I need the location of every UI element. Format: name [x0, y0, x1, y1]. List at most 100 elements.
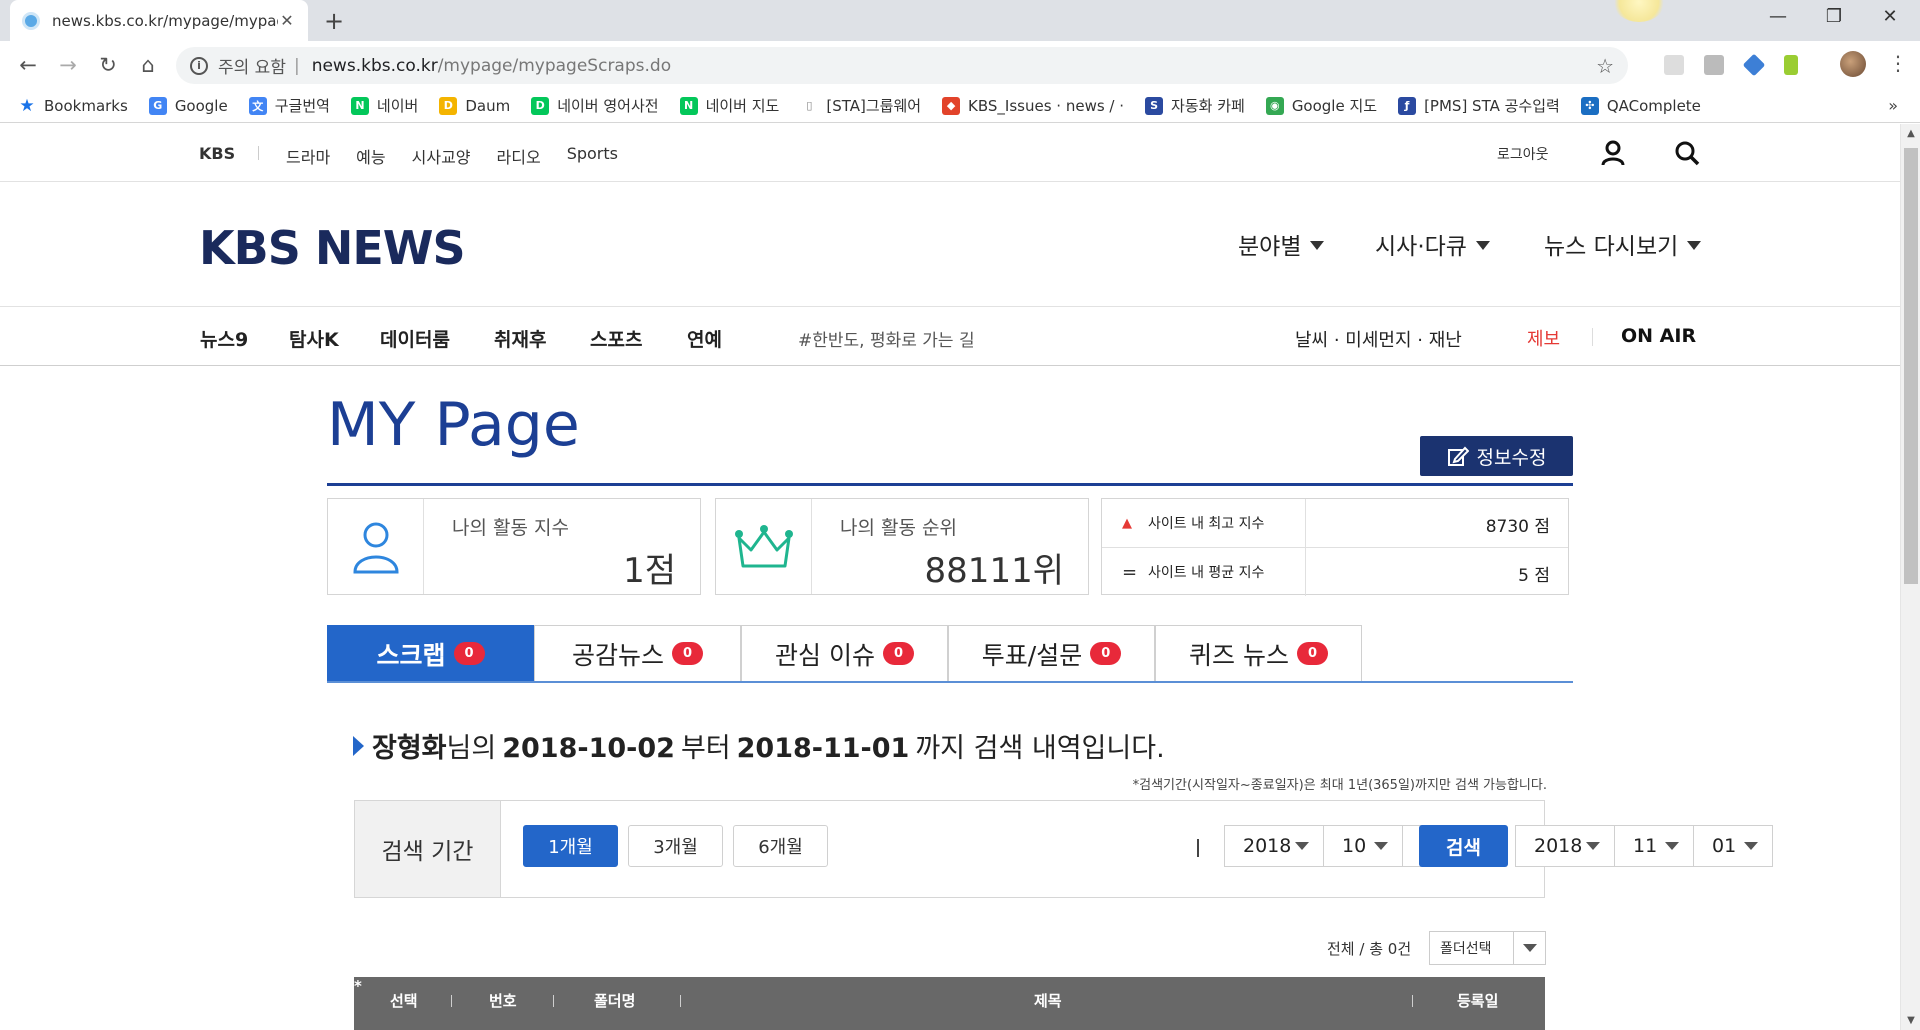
header-menu-category[interactable]: 분야별	[1238, 227, 1325, 261]
extension-green-icon[interactable]	[1784, 55, 1798, 75]
gnb-divider	[258, 146, 259, 160]
browser-tab[interactable]: news.kbs.co.kr/mypage/mypage ✕	[10, 0, 308, 41]
close-tab-icon[interactable]: ✕	[278, 11, 296, 30]
start-month-select[interactable]: 10	[1323, 825, 1403, 867]
end-year-value: 2018	[1534, 835, 1583, 857]
naver-icon: N	[679, 96, 698, 115]
bookmarks-bar: ★ Bookmarks G Google 文 구글번역 N 네이버 D Daum D 네이버 영어사전…	[0, 89, 1920, 123]
extension-ex-icon[interactable]	[1704, 55, 1724, 75]
scrollbar-thumb[interactable]	[1904, 148, 1918, 584]
header-menu-documentary[interactable]: 시사·다큐	[1375, 227, 1490, 261]
end-day-value: 01	[1712, 835, 1737, 857]
user-icon[interactable]	[1600, 140, 1626, 166]
close-window-icon[interactable]: ✕	[1870, 6, 1910, 27]
address-bar[interactable]: i 주의 요함 | news.kbs.co.kr/mypage/mypageSc…	[176, 47, 1628, 84]
subnav-report[interactable]: 제보	[1527, 325, 1560, 351]
page-scrollbar[interactable]: ▲ ▼	[1900, 124, 1920, 1030]
subnav-item-after-report[interactable]: 취재후	[494, 325, 546, 352]
subnav-weather[interactable]: 날씨 · 미세먼지 · 재난	[1295, 326, 1462, 352]
maps-icon: ◉	[1265, 96, 1284, 115]
subnav-onair[interactable]: ON AIR	[1621, 325, 1696, 347]
sub-navigation: 뉴스9 탐사K 데이터룸 취재후 스포츠 연예 #한반도, 평화로 가는 길 날…	[0, 308, 1900, 366]
tab-empathy-news[interactable]: 공감뉴스 0	[534, 625, 741, 681]
header-menu-replay[interactable]: 뉴스 다시보기	[1544, 227, 1702, 261]
bookmark-item[interactable]: ƒ [PMS] STA 공수입력	[1398, 95, 1560, 116]
period-1-month-button[interactable]: 1개월	[523, 825, 618, 867]
home-icon[interactable]: ⌂	[134, 51, 162, 79]
folder-select[interactable]: 폴더선택	[1429, 931, 1546, 965]
subnav-item-dataroom[interactable]: 데이터룸	[380, 325, 450, 352]
kbs-news-logo[interactable]: KBS NEWS	[199, 221, 466, 275]
bookmark-item[interactable]: ◉ Google 지도	[1265, 95, 1377, 116]
end-day-select[interactable]: 01	[1693, 825, 1773, 867]
subnav-item-sports[interactable]: 스포츠	[590, 325, 642, 352]
col-divider	[451, 995, 452, 1007]
site-max-row: ▲ 사이트 내 최고 지수 8730 점	[1102, 499, 1568, 547]
subnav-item-entertainment[interactable]: 연예	[687, 325, 722, 352]
logout-link[interactable]: 로그아웃	[1497, 144, 1549, 164]
dropdown-icon	[1523, 944, 1537, 952]
end-year-select[interactable]: 2018	[1515, 825, 1615, 867]
new-tab-button[interactable]: +	[324, 7, 344, 35]
bookmark-item[interactable]: N 네이버	[350, 95, 418, 116]
caret-down-icon	[1475, 241, 1490, 250]
profile-avatar[interactable]	[1840, 51, 1866, 77]
restore-icon[interactable]: ❐	[1814, 6, 1854, 27]
bookmark-item[interactable]: S 자동화 카페	[1145, 95, 1245, 116]
tab-quiz-news[interactable]: 퀴즈 뉴스 0	[1155, 625, 1362, 681]
folder-dropdown-button[interactable]	[1513, 932, 1545, 964]
gnb-item-culture[interactable]: 시사교양	[412, 144, 471, 168]
bookmark-item[interactable]: ▯ [STA]그룹웨어	[800, 95, 921, 116]
start-year-select[interactable]: 2018	[1224, 825, 1324, 867]
activity-icon-box	[328, 499, 424, 594]
forward-icon[interactable]: →	[54, 51, 82, 79]
extension-icon[interactable]	[1664, 55, 1684, 75]
subnav-item-news9[interactable]: 뉴스9	[200, 325, 248, 352]
bookmark-item[interactable]: 文 구글번역	[248, 95, 330, 116]
gnb-item-sports[interactable]: Sports	[567, 144, 618, 168]
tab-title: news.kbs.co.kr/mypage/mypage	[52, 11, 278, 30]
edit-info-button[interactable]: 정보수정	[1420, 436, 1573, 476]
col-date: 등록일	[1457, 992, 1499, 1010]
security-label: 주의 요함	[218, 58, 286, 78]
bookmarks-more-icon[interactable]: »	[1888, 96, 1898, 115]
gnb-item-drama[interactable]: 드라마	[286, 144, 330, 168]
gnb-menu: 드라마 예능 시사교양 라디오 Sports	[286, 144, 618, 168]
end-month-select[interactable]: 11	[1614, 825, 1694, 867]
tab-scrap[interactable]: 스크랩 0	[327, 625, 534, 681]
period-3-month-button[interactable]: 3개월	[628, 825, 723, 867]
back-icon[interactable]: ←	[14, 51, 42, 79]
reload-icon[interactable]: ↻	[94, 51, 122, 79]
subnav-item-tamsak[interactable]: 탐사K	[289, 325, 339, 352]
bookmark-item[interactable]: ◆ KBS_Issues · news / ·	[942, 96, 1124, 115]
bookmark-item[interactable]: ✣ QAComplete	[1580, 96, 1701, 115]
search-button[interactable]: 검색	[1419, 825, 1508, 867]
scroll-down-icon[interactable]: ▼	[1901, 1015, 1920, 1026]
col-divider	[680, 995, 681, 1007]
period-to-date: 2018-11-01	[736, 733, 910, 764]
tab-poll-survey[interactable]: 투표/설문 0	[948, 625, 1155, 681]
bookmark-label: QAComplete	[1606, 96, 1701, 115]
subnav-hashtag[interactable]: #한반도, 평화로 가는 길	[798, 326, 975, 351]
search-icon[interactable]	[1674, 140, 1700, 166]
search-period-box: 검색 기간 1개월 3개월 6개월 2018 10 02 ~ 2018 11 0…	[354, 800, 1773, 898]
bookmark-item[interactable]: D 네이버 영어사전	[531, 95, 659, 116]
gnb-brand[interactable]: KBS	[199, 144, 235, 163]
info-icon[interactable]: i	[190, 56, 208, 75]
scroll-up-icon[interactable]: ▲	[1901, 128, 1920, 139]
bookmark-label: 네이버 지도	[705, 97, 780, 115]
bookmark-item[interactable]: G Google	[148, 96, 228, 115]
extension-diamond-icon[interactable]	[1742, 53, 1766, 77]
bookmark-item[interactable]: D Daum	[439, 96, 510, 115]
bookmark-item[interactable]: ★ Bookmarks	[18, 96, 127, 116]
total-count-value: 0	[1387, 940, 1398, 958]
rank-icon-box	[716, 499, 812, 594]
bookmark-star-icon[interactable]: ☆	[1596, 54, 1614, 78]
gnb-item-entertainment[interactable]: 예능	[356, 144, 385, 168]
bookmark-item[interactable]: N 네이버 지도	[679, 95, 780, 116]
gnb-item-radio[interactable]: 라디오	[497, 144, 541, 168]
minimize-icon[interactable]: —	[1758, 6, 1798, 27]
tab-interest-issues[interactable]: 관심 이슈 0	[741, 625, 948, 681]
menu-kebab-icon[interactable]: ⋮	[1888, 51, 1908, 75]
period-6-month-button[interactable]: 6개월	[733, 825, 828, 867]
